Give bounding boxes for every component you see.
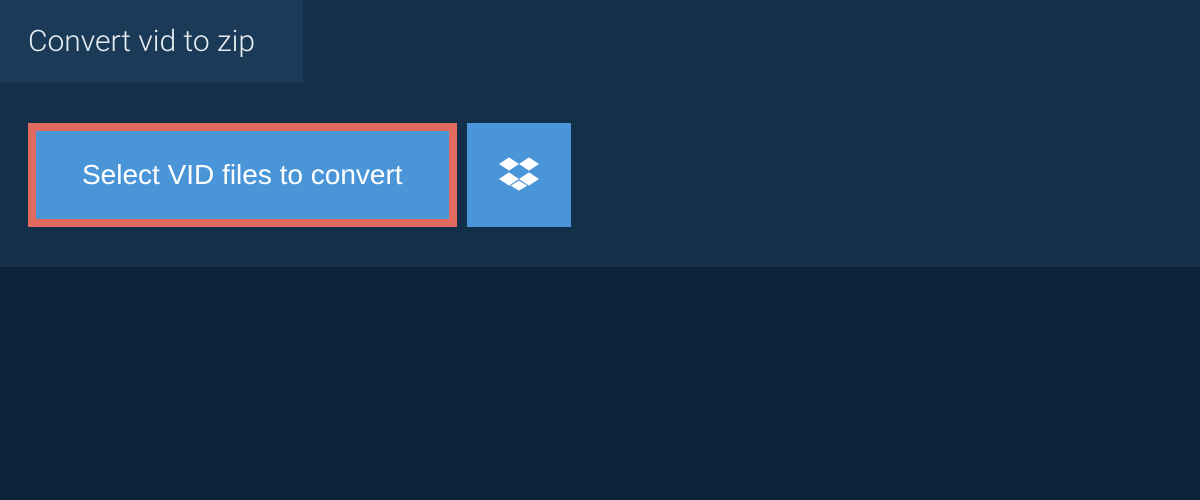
select-files-label: Select VID files to convert	[82, 159, 403, 190]
converter-tab[interactable]: Convert vid to zip	[0, 0, 303, 83]
converter-panel: Convert vid to zip Select VID files to c…	[0, 0, 1200, 267]
dropbox-icon	[499, 154, 539, 197]
tab-title: Convert vid to zip	[28, 24, 255, 59]
select-button-highlight: Select VID files to convert	[28, 123, 457, 227]
dropbox-button[interactable]	[467, 123, 571, 227]
action-row: Select VID files to convert	[28, 123, 571, 227]
select-files-button[interactable]: Select VID files to convert	[36, 131, 449, 219]
